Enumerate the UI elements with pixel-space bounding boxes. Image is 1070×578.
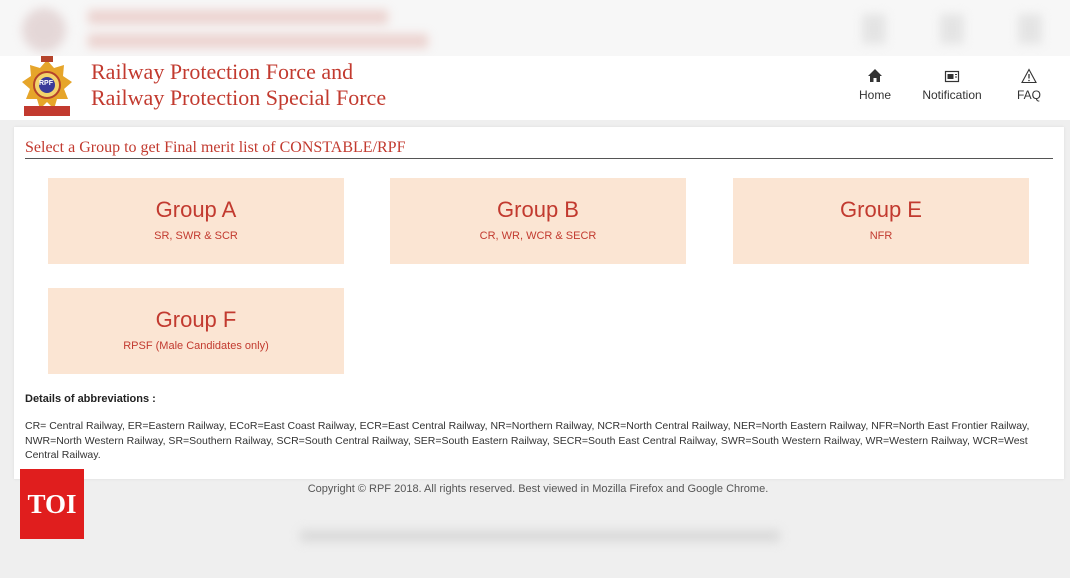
blurred-nav-icon — [940, 14, 964, 44]
blurred-nav-icon — [1018, 14, 1042, 44]
home-icon — [855, 68, 895, 86]
site-title: Railway Protection Force and Railway Pro… — [91, 59, 386, 111]
group-e-zones: NFR — [869, 230, 893, 242]
nav-faq-label: FAQ — [1016, 88, 1041, 102]
nav-notification[interactable]: Notification — [917, 68, 987, 102]
copyright-text: Copyright © RPF 2018. All rights reserve… — [307, 483, 769, 495]
group-f-card[interactable]: Group F RPSF (Male Candidates only) — [48, 288, 344, 374]
group-f-title: Group F — [155, 307, 237, 332]
blurred-title-line — [88, 10, 388, 24]
notification-icon — [917, 68, 987, 86]
group-b-title: Group B — [497, 197, 579, 222]
blurred-footer-ghost — [300, 530, 780, 542]
site-title-line2: Railway Protection Special Force — [91, 85, 387, 110]
group-a-card[interactable]: Group A SR, SWR & SCR — [48, 178, 344, 264]
section-title: Select a Group to get Final merit list o… — [25, 139, 1053, 159]
group-e-title: Group E — [840, 197, 922, 222]
blurred-header-ghost — [0, 0, 1070, 56]
nav-notification-label: Notification — [922, 88, 982, 102]
toi-watermark-logo: TOI — [20, 469, 84, 539]
nav-faq[interactable]: FAQ — [1012, 68, 1046, 102]
site-header: RPF Railway Protection Force and Railway… — [0, 56, 1070, 120]
blurred-nav-icon — [862, 14, 886, 44]
group-b-card[interactable]: Group B CR, WR, WCR & SECR — [390, 178, 686, 264]
site-title-line1: Railway Protection Force and — [91, 59, 354, 84]
group-b-zones: CR, WR, WCR & SECR — [479, 230, 597, 242]
blurred-logo — [22, 8, 66, 52]
nav-home[interactable]: Home — [855, 68, 895, 102]
group-f-zones: RPSF (Male Candidates only) — [123, 340, 269, 352]
group-a-zones: SR, SWR & SCR — [154, 230, 238, 242]
warning-icon — [1012, 68, 1046, 86]
group-a-title: Group A — [155, 197, 237, 222]
rpf-emblem-logo[interactable]: RPF — [18, 56, 76, 118]
abbreviations-text: CR= Central Railway, ER=Eastern Railway,… — [25, 420, 1030, 461]
main-panel: Select a Group to get Final merit list o… — [14, 127, 1064, 479]
group-e-card[interactable]: Group E NFR — [733, 178, 1029, 264]
nav-home-label: Home — [858, 88, 891, 102]
blurred-title-line — [88, 34, 428, 48]
abbreviations-heading: Details of abbreviations : — [25, 393, 156, 405]
